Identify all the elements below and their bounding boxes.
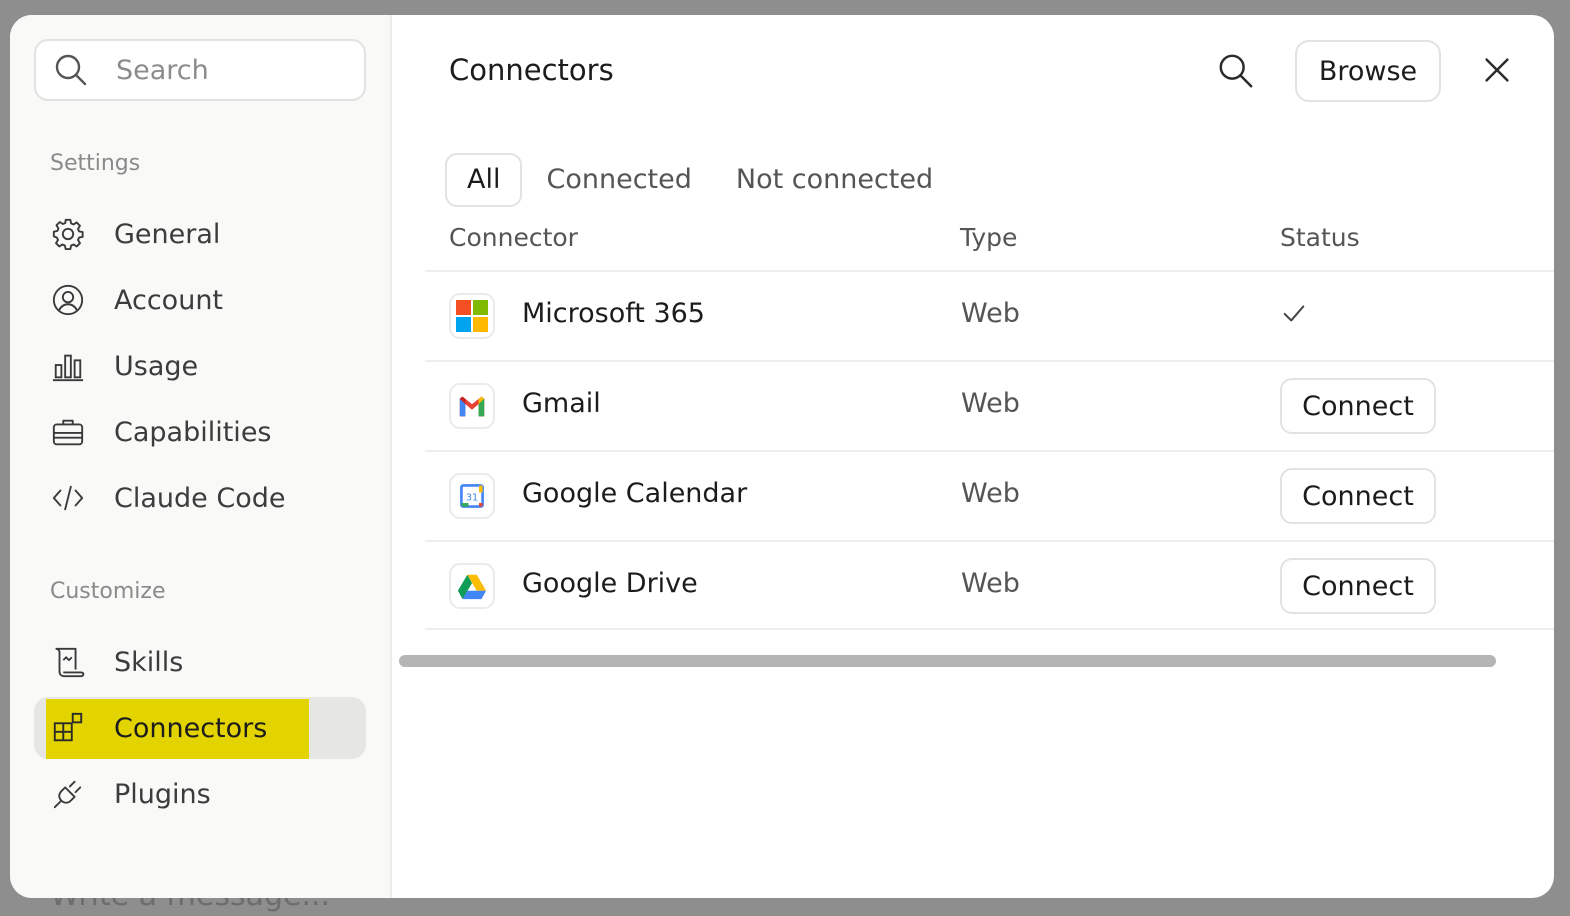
search-icon[interactable] xyxy=(1217,52,1257,92)
connector-type: Web xyxy=(961,478,1020,509)
table-row: Microsoft 365 Web xyxy=(425,270,1554,360)
horizontal-scrollbar[interactable] xyxy=(399,655,1496,667)
settings-dialog: Settings General Account Usage Capabilit… xyxy=(10,15,1554,898)
connect-button[interactable]: Connect xyxy=(1280,558,1436,614)
column-header-connector: Connector xyxy=(449,223,578,252)
sidebar-item-label: Plugins xyxy=(114,778,211,810)
column-header-type: Type xyxy=(960,223,1018,252)
table-row: Gmail Web Connect xyxy=(425,360,1554,450)
sidebar-search[interactable] xyxy=(34,39,366,101)
table-row: Google Drive Web Connect xyxy=(425,540,1554,630)
sidebar-item-label: Skills xyxy=(114,646,184,678)
connector-type: Web xyxy=(961,388,1020,419)
tab-not-connected[interactable]: Not connected xyxy=(716,153,953,207)
sidebar-item-account[interactable]: Account xyxy=(34,269,366,331)
google-calendar-logo: 31 xyxy=(449,473,495,519)
sidebar-item-label: Connectors xyxy=(114,712,268,744)
connector-name: Google Drive xyxy=(522,568,698,599)
page-title: Connectors xyxy=(449,53,614,87)
sidebar-item-skills[interactable]: Skills xyxy=(34,631,366,693)
microsoft-365-logo xyxy=(449,293,495,339)
search-input[interactable] xyxy=(114,53,318,87)
connector-name: Google Calendar xyxy=(522,478,748,509)
customize-section-label: Customize xyxy=(50,579,166,604)
plug-icon xyxy=(50,776,86,812)
connect-button[interactable]: Connect xyxy=(1280,378,1436,434)
tab-connected[interactable]: Connected xyxy=(526,153,711,207)
sidebar-item-label: Account xyxy=(114,284,224,316)
sidebar-item-claude-code[interactable]: Claude Code xyxy=(34,467,366,529)
connector-type: Web xyxy=(961,298,1020,329)
sidebar-item-usage[interactable]: Usage xyxy=(34,335,366,397)
sidebar-item-label: Usage xyxy=(114,350,199,382)
sidebar-item-capabilities[interactable]: Capabilities xyxy=(34,401,366,463)
settings-section-label: Settings xyxy=(50,151,141,176)
checkmark-icon xyxy=(1281,300,1309,328)
user-circle-icon xyxy=(50,282,86,318)
gmail-logo xyxy=(449,383,495,429)
calendar-day-label: 31 xyxy=(466,492,478,503)
connector-name: Gmail xyxy=(522,388,601,419)
code-icon xyxy=(50,480,86,516)
gear-icon xyxy=(50,216,86,252)
search-icon xyxy=(54,53,88,87)
table-row: 31 Google Calendar Web Connect xyxy=(425,450,1554,540)
settings-sidebar: Settings General Account Usage Capabilit… xyxy=(10,15,392,898)
connector-name: Microsoft 365 xyxy=(522,298,705,329)
close-icon[interactable] xyxy=(1480,53,1516,89)
column-header-status: Status xyxy=(1280,223,1360,252)
bar-chart-icon xyxy=(50,348,86,384)
briefcase-icon xyxy=(50,414,86,450)
connectors-panel: Connectors Browse All Connected Not conn… xyxy=(392,15,1554,898)
connector-type: Web xyxy=(961,568,1020,599)
sidebar-item-label: Claude Code xyxy=(114,482,286,514)
google-drive-logo xyxy=(449,563,495,609)
tab-all[interactable]: All xyxy=(445,153,523,207)
filter-tabs: All Connected Not connected xyxy=(445,152,957,208)
connect-button[interactable]: Connect xyxy=(1280,468,1436,524)
scroll-icon xyxy=(50,644,86,680)
connectors-icon xyxy=(50,710,86,746)
sidebar-item-label: Capabilities xyxy=(114,416,272,448)
sidebar-item-plugins[interactable]: Plugins xyxy=(34,763,366,825)
sidebar-item-connectors[interactable]: Connectors xyxy=(34,697,366,759)
browse-button[interactable]: Browse xyxy=(1295,40,1441,102)
sidebar-item-general[interactable]: General xyxy=(34,203,366,265)
sidebar-item-label: General xyxy=(114,218,221,250)
